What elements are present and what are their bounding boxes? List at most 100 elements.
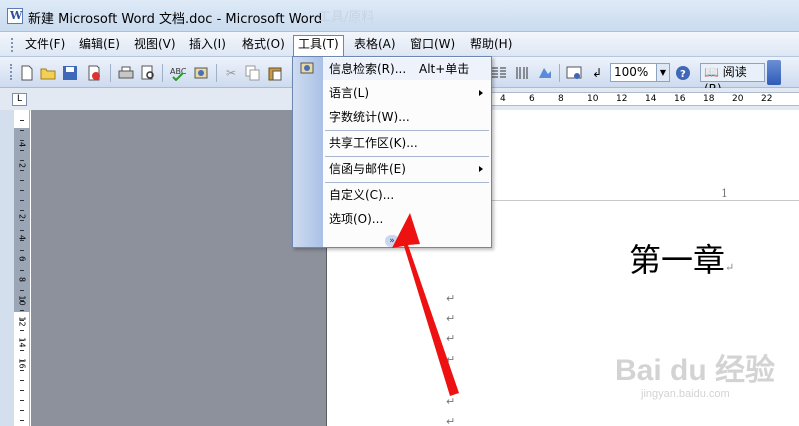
open-folder-icon[interactable] bbox=[40, 65, 56, 81]
svg-text:?: ? bbox=[680, 69, 686, 80]
toolbar-separator bbox=[559, 64, 560, 82]
expand-menu-icon[interactable]: » bbox=[385, 235, 399, 247]
menu-icon-strip bbox=[293, 57, 323, 247]
menu-item-research[interactable]: 信息检索(R)... Alt+单击 bbox=[323, 58, 491, 80]
menu-item-options[interactable]: 选项(O)... bbox=[323, 208, 491, 230]
menu-item-shared-workspace[interactable]: 共享工作区(K)... bbox=[323, 132, 491, 154]
ruler-tick bbox=[20, 170, 24, 171]
menu-item-word-count[interactable]: 字数统计(W)... bbox=[323, 106, 491, 128]
word-window: 新建 Microsoft Word 文档.doc - Microsoft Wor… bbox=[0, 0, 799, 426]
ruler-tick bbox=[20, 190, 24, 191]
ruler-tick-label: 14 bbox=[645, 94, 657, 104]
paragraph-mark: ↵ bbox=[446, 292, 456, 305]
menu-separator bbox=[325, 130, 489, 131]
paragraph-mark: ↵ bbox=[725, 261, 735, 274]
menu-item-label: 语言(L) bbox=[329, 86, 370, 100]
ghost-text: 工具/原料 bbox=[318, 10, 375, 25]
menu-item-label: 信函与邮件(E) bbox=[329, 162, 406, 176]
copy-icon[interactable] bbox=[245, 65, 261, 81]
permission-icon[interactable] bbox=[86, 65, 102, 81]
zoom-combobox[interactable]: 100% ▼ bbox=[610, 63, 670, 82]
paste-icon[interactable] bbox=[267, 65, 283, 81]
paragraph-mark-icon[interactable]: ↲ bbox=[589, 65, 605, 81]
ruler-tick bbox=[20, 340, 24, 341]
submenu-arrow-icon bbox=[479, 166, 483, 172]
ruler-tick-label: 4 bbox=[17, 234, 27, 241]
columns-icon[interactable] bbox=[491, 65, 507, 81]
research-icon[interactable] bbox=[193, 65, 209, 81]
menu-table[interactable]: 表格(A) bbox=[350, 36, 400, 54]
menu-item-label: 自定义(C)... bbox=[329, 188, 395, 202]
ruler-tick-label: 6 bbox=[17, 255, 27, 262]
ruler-tick bbox=[20, 150, 24, 151]
menu-edit[interactable]: 编辑(E) bbox=[75, 36, 124, 54]
ruler-tick bbox=[20, 330, 24, 331]
ruler-tick-label: 6 bbox=[529, 94, 535, 104]
chapter-heading: 第一章↵ bbox=[629, 235, 734, 281]
read-button[interactable]: 📖 阅读(R) bbox=[700, 63, 765, 96]
svg-text:ABC: ABC bbox=[170, 67, 186, 76]
ruler-tick-label: 22 bbox=[761, 94, 773, 104]
vertical-ruler[interactable]: 42246810121416 bbox=[14, 110, 30, 426]
drawing-icon[interactable] bbox=[514, 65, 530, 81]
menu-file[interactable]: 文件(F) bbox=[21, 36, 69, 54]
ruler-tick bbox=[20, 410, 24, 411]
menu-item-shortcut: Alt+单击 bbox=[419, 62, 470, 76]
ruler-tick bbox=[20, 160, 24, 161]
menu-item-customize[interactable]: 自定义(C)... bbox=[323, 184, 491, 206]
new-document-icon[interactable] bbox=[19, 65, 35, 81]
chevron-down-icon[interactable]: ▼ bbox=[656, 64, 669, 81]
menu-tools[interactable]: 工具(T) bbox=[293, 35, 344, 57]
print-icon[interactable] bbox=[118, 65, 134, 81]
menu-insert[interactable]: 插入(I) bbox=[185, 36, 230, 54]
ruler-tick bbox=[20, 300, 24, 301]
ruler-tick-label: 16 bbox=[674, 94, 686, 104]
ruler-tick bbox=[20, 390, 24, 391]
tab-stop-selector[interactable]: L bbox=[12, 93, 27, 106]
watermark-url: jingyan.baidu.com bbox=[641, 388, 730, 400]
ruler-tick-label: 12 bbox=[17, 316, 27, 327]
document-map-icon[interactable] bbox=[537, 65, 553, 81]
menu-item-label: 选项(O)... bbox=[329, 212, 384, 226]
paragraph-mark: ↵ bbox=[446, 395, 456, 408]
ruler-tick bbox=[20, 420, 24, 421]
toolbar-grip[interactable] bbox=[10, 64, 13, 80]
show-hide-icon[interactable] bbox=[566, 65, 582, 81]
research-icon bbox=[299, 60, 317, 76]
ruler-tick bbox=[20, 120, 24, 121]
save-icon[interactable] bbox=[62, 65, 78, 81]
page-number: 1 bbox=[721, 187, 728, 200]
ruler-tick bbox=[20, 380, 24, 381]
ruler-tick bbox=[20, 250, 24, 251]
left-margin-strip bbox=[0, 110, 14, 426]
ruler-tick-label: 20 bbox=[732, 94, 744, 104]
menu-item-letters-mailings[interactable]: 信函与邮件(E) bbox=[323, 158, 491, 180]
menu-item-language[interactable]: 语言(L) bbox=[323, 82, 491, 104]
toolbar-separator bbox=[216, 64, 217, 82]
word-app-icon[interactable] bbox=[7, 8, 23, 24]
menu-window[interactable]: 窗口(W) bbox=[406, 36, 459, 54]
menu-separator bbox=[325, 182, 489, 183]
document-background bbox=[31, 110, 326, 426]
menu-view[interactable]: 视图(V) bbox=[130, 36, 180, 54]
ruler-tick bbox=[20, 130, 24, 131]
menubar-grip[interactable] bbox=[11, 38, 14, 52]
spelling-icon[interactable]: ABC bbox=[170, 65, 187, 82]
help-icon[interactable]: ? bbox=[675, 65, 691, 81]
ruler-tick bbox=[20, 320, 24, 321]
ruler-tick bbox=[20, 280, 24, 281]
print-preview-icon[interactable] bbox=[140, 65, 156, 81]
ruler-tick-label: 14 bbox=[17, 337, 27, 348]
toolbar-separator bbox=[162, 64, 163, 82]
chapter-heading-text: 第一章 bbox=[629, 241, 726, 279]
ruler-tick-label: 10 bbox=[587, 94, 599, 104]
cut-icon[interactable]: ✂ bbox=[223, 65, 239, 81]
menu-bar: 文件(F) 编辑(E) 视图(V) 插入(I) 格式(O) 工具(T) 表格(A… bbox=[0, 32, 799, 57]
menu-help[interactable]: 帮助(H) bbox=[466, 36, 516, 54]
toolbar-options-icon[interactable] bbox=[767, 60, 781, 85]
menu-format[interactable]: 格式(O) bbox=[238, 36, 289, 54]
ruler-tick bbox=[20, 270, 24, 271]
paragraph-mark: ↵ bbox=[446, 353, 456, 366]
title-bar: 新建 Microsoft Word 文档.doc - Microsoft Wor… bbox=[0, 0, 799, 32]
horizontal-ruler[interactable]: 4 6 8 10 12 14 16 18 20 22 bbox=[490, 92, 799, 106]
